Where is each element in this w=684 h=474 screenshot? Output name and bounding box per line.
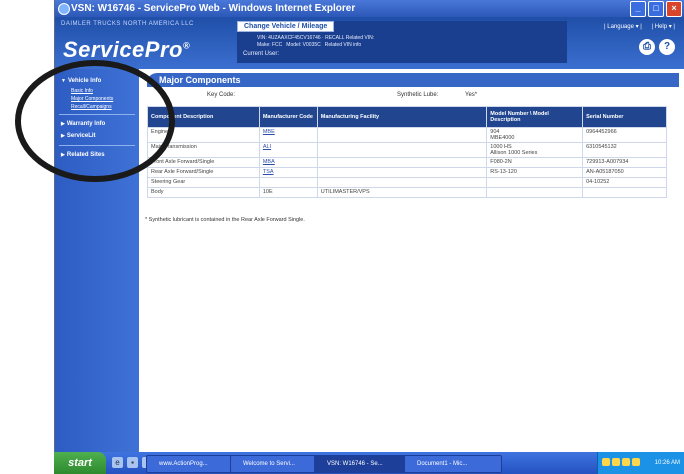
taskbar-item[interactable]: Document1 - Mic... — [404, 455, 502, 473]
change-vehicle-link[interactable]: Change Vehicle / Mileage — [237, 21, 335, 32]
col-header-model: Model Number \ Model Description — [486, 106, 584, 128]
col-header-manufacturer-code: Manufacturer Code — [258, 106, 318, 128]
cell-manufacturer-link[interactable] — [258, 177, 318, 188]
cell-serial: AN-A05187050 — [582, 167, 667, 178]
cell-model: RS-13-120 — [486, 167, 584, 178]
ie-quicklaunch-icon[interactable]: e — [112, 457, 123, 468]
cell-facility — [316, 142, 488, 158]
cell-facility — [316, 157, 488, 168]
cell-model — [486, 177, 584, 188]
vin-line: VIN: 4UZAAXCF45CV16746 · RECALL Related … — [257, 35, 375, 41]
table-header-row: Component Description Manufacturer Code … — [147, 106, 667, 128]
cell-manufacturer-link[interactable]: TSA — [258, 167, 318, 178]
window-controls: _ □ × — [630, 1, 682, 17]
cell-serial: 6310545132 — [582, 142, 667, 158]
table-row: Main Transmission ALI 1000 HS Allison 100… — [147, 142, 667, 158]
window-title: VSN: W16746 - ServicePro Web - Windows I… — [71, 3, 356, 14]
print-icon[interactable]: ⎙ — [639, 39, 655, 55]
cell-serial: 0964452966 — [582, 127, 667, 143]
cell-model: F080-2N — [486, 157, 584, 168]
cell-description: Steering Gear — [147, 177, 260, 188]
cell-model — [486, 187, 584, 198]
cell-manufacturer-link[interactable]: MBE — [258, 127, 318, 143]
cell-facility — [316, 177, 488, 188]
related-vin-link[interactable]: Related VIN info — [325, 42, 361, 48]
synthetic-lube-value: Yes* — [465, 92, 478, 98]
taskbar-item[interactable]: Welcome to Servi... — [230, 455, 324, 473]
cell-model: 1000 HS Allison 1000 Series — [486, 142, 584, 158]
desktop-quicklaunch-icon[interactable]: ▪ — [127, 457, 138, 468]
clock: 10:26 AM — [654, 460, 680, 466]
language-menu[interactable]: | Language ▾ | — [604, 24, 642, 30]
cell-serial: 04-10252 — [582, 177, 667, 188]
app-header: DAIMLER TRUCKS NORTH AMERICA LLC Service… — [55, 17, 684, 69]
cell-manufacturer-link[interactable]: ALI — [258, 142, 318, 158]
tray-icon[interactable] — [602, 458, 610, 466]
cell-facility — [316, 167, 488, 178]
cell-serial: 729913-A007934 — [582, 157, 667, 168]
cell-serial — [582, 187, 667, 198]
synthetic-lube-footnote: * Synthetic lubricant is contained in th… — [145, 217, 305, 223]
window-titlebar: VSN: W16746 - ServicePro Web - Windows I… — [55, 0, 684, 17]
cell-description: Rear Axle Forward/Single — [147, 167, 260, 178]
table-row: Steering Gear 04-10252 — [147, 177, 667, 188]
help-icon[interactable]: ? — [659, 39, 675, 55]
taskbar-item[interactable]: www.ActionProg... — [146, 455, 240, 473]
close-button[interactable]: × — [666, 1, 682, 17]
tray-icon[interactable] — [632, 458, 640, 466]
components-table: Component Description Manufacturer Code … — [147, 106, 667, 198]
current-user-line: Current User: — [243, 51, 280, 57]
tray-icon[interactable] — [622, 458, 630, 466]
tray-icon[interactable] — [612, 458, 620, 466]
make-model-line: Make: FCC Model: V0035C Related VIN info — [257, 42, 362, 48]
browser-window: VSN: W16746 - ServicePro Web - Windows I… — [54, 0, 684, 452]
key-code-row: Key Code: Synthetic Lube: Yes* — [147, 92, 667, 102]
help-menu[interactable]: | Help ▾ | — [652, 24, 675, 30]
cell-description: Body — [147, 187, 260, 198]
col-header-facility: Manufacturing Facility — [316, 106, 488, 128]
windows-taskbar: start e ▪ ◦ www.ActionProg... Welcome to… — [54, 452, 684, 474]
start-button[interactable]: start — [54, 452, 106, 474]
ie-icon — [58, 3, 70, 15]
cell-model: 904 MBE4000 — [486, 127, 584, 143]
col-header-serial: Serial Number — [582, 106, 667, 128]
cell-description: Front Axle Forward/Single — [147, 157, 260, 168]
top-links: | Language ▾ | | Help ▾ | — [596, 23, 675, 30]
vehicle-info-bar: Change Vehicle / Mileage VIN: 4UZAAXCF45… — [237, 21, 567, 63]
company-name: DAIMLER TRUCKS NORTH AMERICA LLC — [61, 21, 194, 27]
table-row: Engine MBE 904 MBE4000 0964452966 — [147, 127, 667, 143]
page-title: Major Components — [147, 73, 679, 87]
table-row: Rear Axle Forward/Single TSA RS-13-120 A… — [147, 167, 667, 178]
synthetic-lube-label: Synthetic Lube: — [397, 92, 439, 98]
servicepro-logo[interactable]: ServicePro® — [63, 37, 190, 63]
tray-icons — [602, 458, 640, 466]
minimize-button[interactable]: _ — [630, 1, 646, 17]
cell-manufacturer-code: 10E — [258, 187, 318, 198]
system-tray: 10:26 AM — [597, 452, 684, 474]
cell-manufacturer-link[interactable]: MBA — [258, 157, 318, 168]
table-row: Front Axle Forward/Single MBA F080-2N 72… — [147, 157, 667, 168]
cell-facility — [316, 127, 488, 143]
taskbar-item-active[interactable]: VSN: W16746 - Se... — [314, 455, 414, 473]
cell-facility: UTILIMASTER/VPS — [316, 187, 488, 198]
highlight-circle-annotation — [15, 60, 175, 182]
main-content: Major Components Key Code: Synthetic Lub… — [145, 73, 679, 443]
key-code-label: Key Code: — [207, 92, 236, 98]
table-row: Body 10E UTILIMASTER/VPS — [147, 187, 667, 198]
maximize-button[interactable]: □ — [648, 1, 664, 17]
